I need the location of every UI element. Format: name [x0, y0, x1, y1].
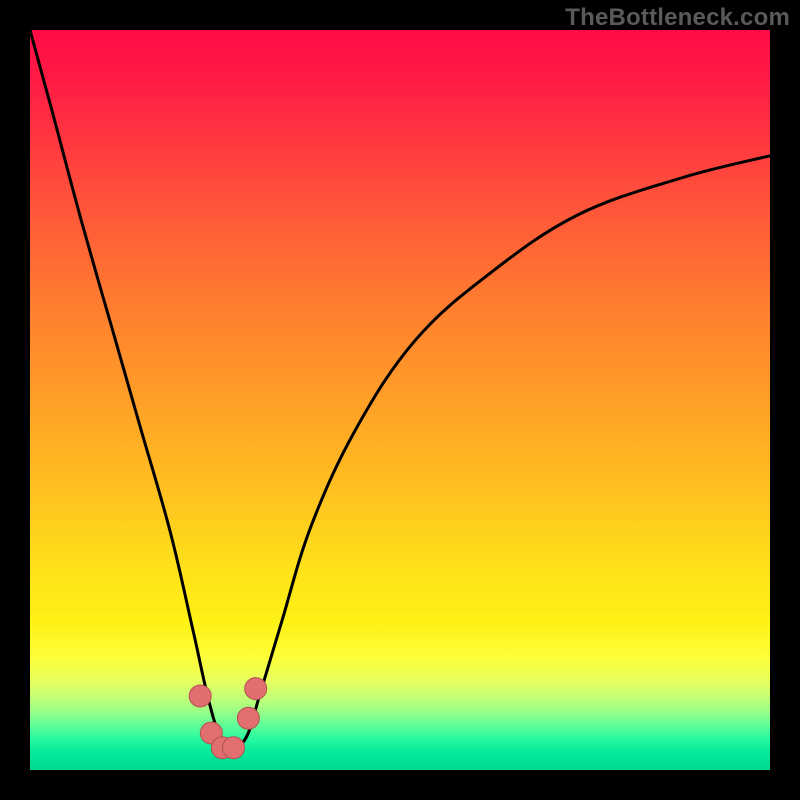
curve-marker: [211, 737, 233, 759]
curve-marker: [237, 707, 259, 729]
curve-marker: [200, 722, 222, 744]
watermark-text: TheBottleneck.com: [565, 4, 790, 32]
curve-marker: [189, 685, 211, 707]
curve-marker: [245, 678, 267, 700]
bottleneck-curve: [30, 30, 770, 750]
curve-marker: [223, 737, 245, 759]
bottleneck-curve-svg: [30, 30, 770, 770]
plot-area: [30, 30, 770, 770]
curve-markers: [189, 678, 267, 759]
